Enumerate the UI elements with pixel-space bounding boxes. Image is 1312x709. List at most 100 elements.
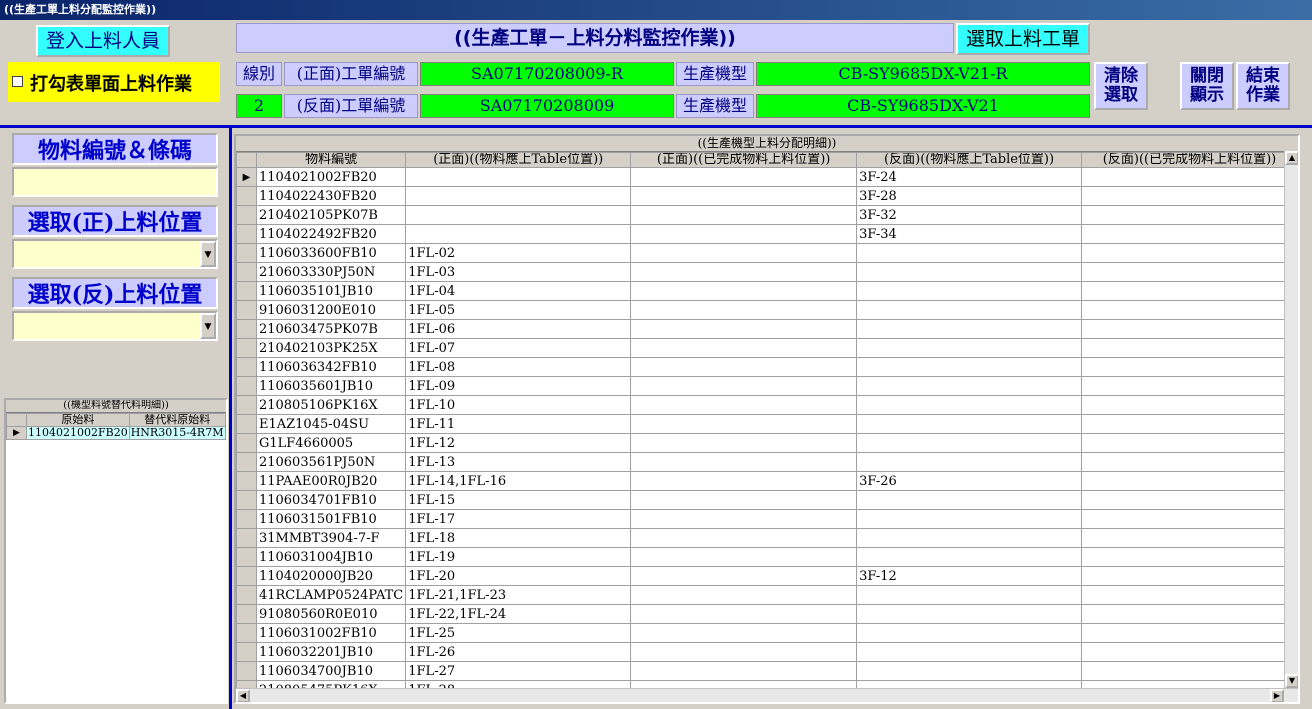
table-cell[interactable] bbox=[856, 262, 1083, 282]
table-cell[interactable] bbox=[1081, 528, 1298, 548]
vertical-scrollbar[interactable]: ▲ ▼ bbox=[1284, 151, 1298, 688]
table-cell[interactable]: 1FL-02 bbox=[405, 243, 632, 263]
table-cell[interactable] bbox=[630, 205, 858, 225]
row-selector[interactable] bbox=[236, 642, 257, 662]
table-cell[interactable]: 1106035601JB10 bbox=[255, 376, 407, 396]
table-row[interactable]: 91080560R0E010 1FL-22,1FL-24 bbox=[236, 604, 1298, 624]
row-selector[interactable] bbox=[236, 604, 257, 624]
table-cell[interactable] bbox=[1081, 642, 1298, 662]
table-cell[interactable] bbox=[630, 300, 858, 320]
table-cell[interactable]: 210805106PK16X bbox=[255, 395, 407, 415]
row-selector[interactable] bbox=[236, 528, 257, 548]
allocation-grid[interactable]: ((生產機型上料分配明細)) 物料編號 (正面)((物料應上Table位置)) (正… bbox=[234, 134, 1300, 704]
row-selector[interactable] bbox=[236, 281, 257, 301]
close-display-button[interactable]: 關閉顯示 bbox=[1180, 62, 1234, 110]
table-cell[interactable] bbox=[630, 376, 858, 396]
table-row[interactable]: 11PAAE00R0JB20 1FL-14,1FL-16 3F-26 bbox=[236, 471, 1298, 491]
table-row[interactable]: 1104022430FB20 3F-28 bbox=[236, 186, 1298, 206]
table-cell[interactable] bbox=[405, 167, 632, 187]
table-cell[interactable]: 1FL-26 bbox=[405, 642, 632, 662]
table-cell[interactable] bbox=[856, 376, 1083, 396]
table-cell[interactable] bbox=[630, 642, 858, 662]
table-cell[interactable] bbox=[630, 281, 858, 301]
row-selector[interactable] bbox=[236, 509, 257, 529]
table-cell[interactable] bbox=[856, 319, 1083, 339]
row-selector[interactable] bbox=[236, 452, 257, 472]
row-selector[interactable] bbox=[236, 433, 257, 453]
table-cell[interactable] bbox=[1081, 623, 1298, 643]
table-cell[interactable]: 91080560R0E010 bbox=[255, 604, 407, 624]
table-row[interactable]: ▶ 1104021002FB20 HNR3015-4R7M bbox=[6, 426, 226, 440]
table-cell[interactable] bbox=[1081, 186, 1298, 206]
table-cell[interactable]: 1FL-22,1FL-24 bbox=[405, 604, 632, 624]
table-cell[interactable]: 1FL-09 bbox=[405, 376, 632, 396]
table-cell[interactable]: 1104021002FB20 bbox=[255, 167, 407, 187]
table-cell[interactable]: 1106033600FB10 bbox=[255, 243, 407, 263]
table-cell[interactable] bbox=[1081, 471, 1298, 491]
row-selector[interactable] bbox=[236, 566, 257, 586]
table-cell[interactable] bbox=[1081, 338, 1298, 358]
column-header[interactable]: 物料編號 bbox=[255, 152, 407, 168]
row-selector[interactable] bbox=[236, 357, 257, 377]
table-row[interactable]: 210603330PJ50N 1FL-03 bbox=[236, 262, 1298, 282]
table-cell[interactable] bbox=[856, 528, 1083, 548]
clear-selection-button[interactable]: 清除選取 bbox=[1094, 62, 1148, 110]
table-cell[interactable] bbox=[630, 623, 858, 643]
table-cell[interactable]: 1106031004JB10 bbox=[255, 547, 407, 567]
end-work-button[interactable]: 結束作業 bbox=[1236, 62, 1290, 110]
table-row[interactable]: 9106031200E010 1FL-05 bbox=[236, 300, 1298, 320]
table-cell[interactable] bbox=[856, 357, 1083, 377]
table-cell[interactable] bbox=[1081, 376, 1298, 396]
table-cell[interactable] bbox=[856, 300, 1083, 320]
chevron-down-icon[interactable]: ▼ bbox=[200, 313, 216, 339]
material-barcode-input[interactable] bbox=[12, 167, 218, 197]
row-selector[interactable] bbox=[236, 205, 257, 225]
table-cell[interactable]: 1104022492FB20 bbox=[255, 224, 407, 244]
table-cell[interactable] bbox=[1081, 205, 1298, 225]
row-selector[interactable] bbox=[236, 395, 257, 415]
table-row[interactable]: 1106035601JB10 1FL-09 bbox=[236, 376, 1298, 396]
table-cell[interactable] bbox=[1081, 281, 1298, 301]
table-cell[interactable] bbox=[856, 547, 1083, 567]
table-cell[interactable]: 1FL-17 bbox=[405, 509, 632, 529]
row-selector[interactable] bbox=[236, 262, 257, 282]
table-cell[interactable]: G1LF4660005 bbox=[255, 433, 407, 453]
table-row[interactable]: 1106034701FB10 1FL-15 bbox=[236, 490, 1298, 510]
table-cell[interactable]: 1FL-07 bbox=[405, 338, 632, 358]
table-cell[interactable] bbox=[1081, 547, 1298, 567]
table-cell[interactable]: 1FL-04 bbox=[405, 281, 632, 301]
table-cell[interactable]: 1FL-03 bbox=[405, 262, 632, 282]
table-cell[interactable]: 210402105PK07B bbox=[255, 205, 407, 225]
column-header[interactable]: (正面)((物料應上Table位置)) bbox=[405, 152, 632, 168]
table-cell[interactable]: 1104021002FB20 bbox=[26, 426, 130, 440]
table-cell[interactable] bbox=[630, 186, 858, 206]
column-header[interactable]: (反面)((物料應上Table位置)) bbox=[856, 152, 1083, 168]
table-row[interactable]: 1106035101JB10 1FL-04 bbox=[236, 281, 1298, 301]
table-cell[interactable] bbox=[630, 566, 858, 586]
single-side-checkbox[interactable] bbox=[12, 76, 23, 87]
table-cell[interactable] bbox=[630, 395, 858, 415]
table-cell[interactable] bbox=[856, 395, 1083, 415]
table-cell[interactable] bbox=[405, 224, 632, 244]
table-cell[interactable]: 210603561PJ50N bbox=[255, 452, 407, 472]
table-cell[interactable] bbox=[630, 414, 858, 434]
table-cell[interactable] bbox=[630, 167, 858, 187]
table-cell[interactable] bbox=[1081, 224, 1298, 244]
table-cell[interactable] bbox=[1081, 566, 1298, 586]
table-cell[interactable] bbox=[630, 490, 858, 510]
table-cell[interactable]: 1104022430FB20 bbox=[255, 186, 407, 206]
table-cell[interactable] bbox=[630, 604, 858, 624]
login-button[interactable]: 登入上料人員 bbox=[36, 25, 170, 57]
table-cell[interactable]: 1FL-20 bbox=[405, 566, 632, 586]
table-cell[interactable] bbox=[630, 262, 858, 282]
table-cell[interactable] bbox=[1081, 509, 1298, 529]
table-cell[interactable]: 3F-34 bbox=[856, 224, 1083, 244]
table-cell[interactable] bbox=[1081, 414, 1298, 434]
table-cell[interactable]: 1106036342FB10 bbox=[255, 357, 407, 377]
table-row[interactable]: G1LF4660005 1FL-12 bbox=[236, 433, 1298, 453]
table-cell[interactable]: 210402103PK25X bbox=[255, 338, 407, 358]
table-cell[interactable]: E1AZ1045-04SU bbox=[255, 414, 407, 434]
table-cell[interactable] bbox=[856, 452, 1083, 472]
table-cell[interactable] bbox=[856, 623, 1083, 643]
table-cell[interactable] bbox=[630, 243, 858, 263]
